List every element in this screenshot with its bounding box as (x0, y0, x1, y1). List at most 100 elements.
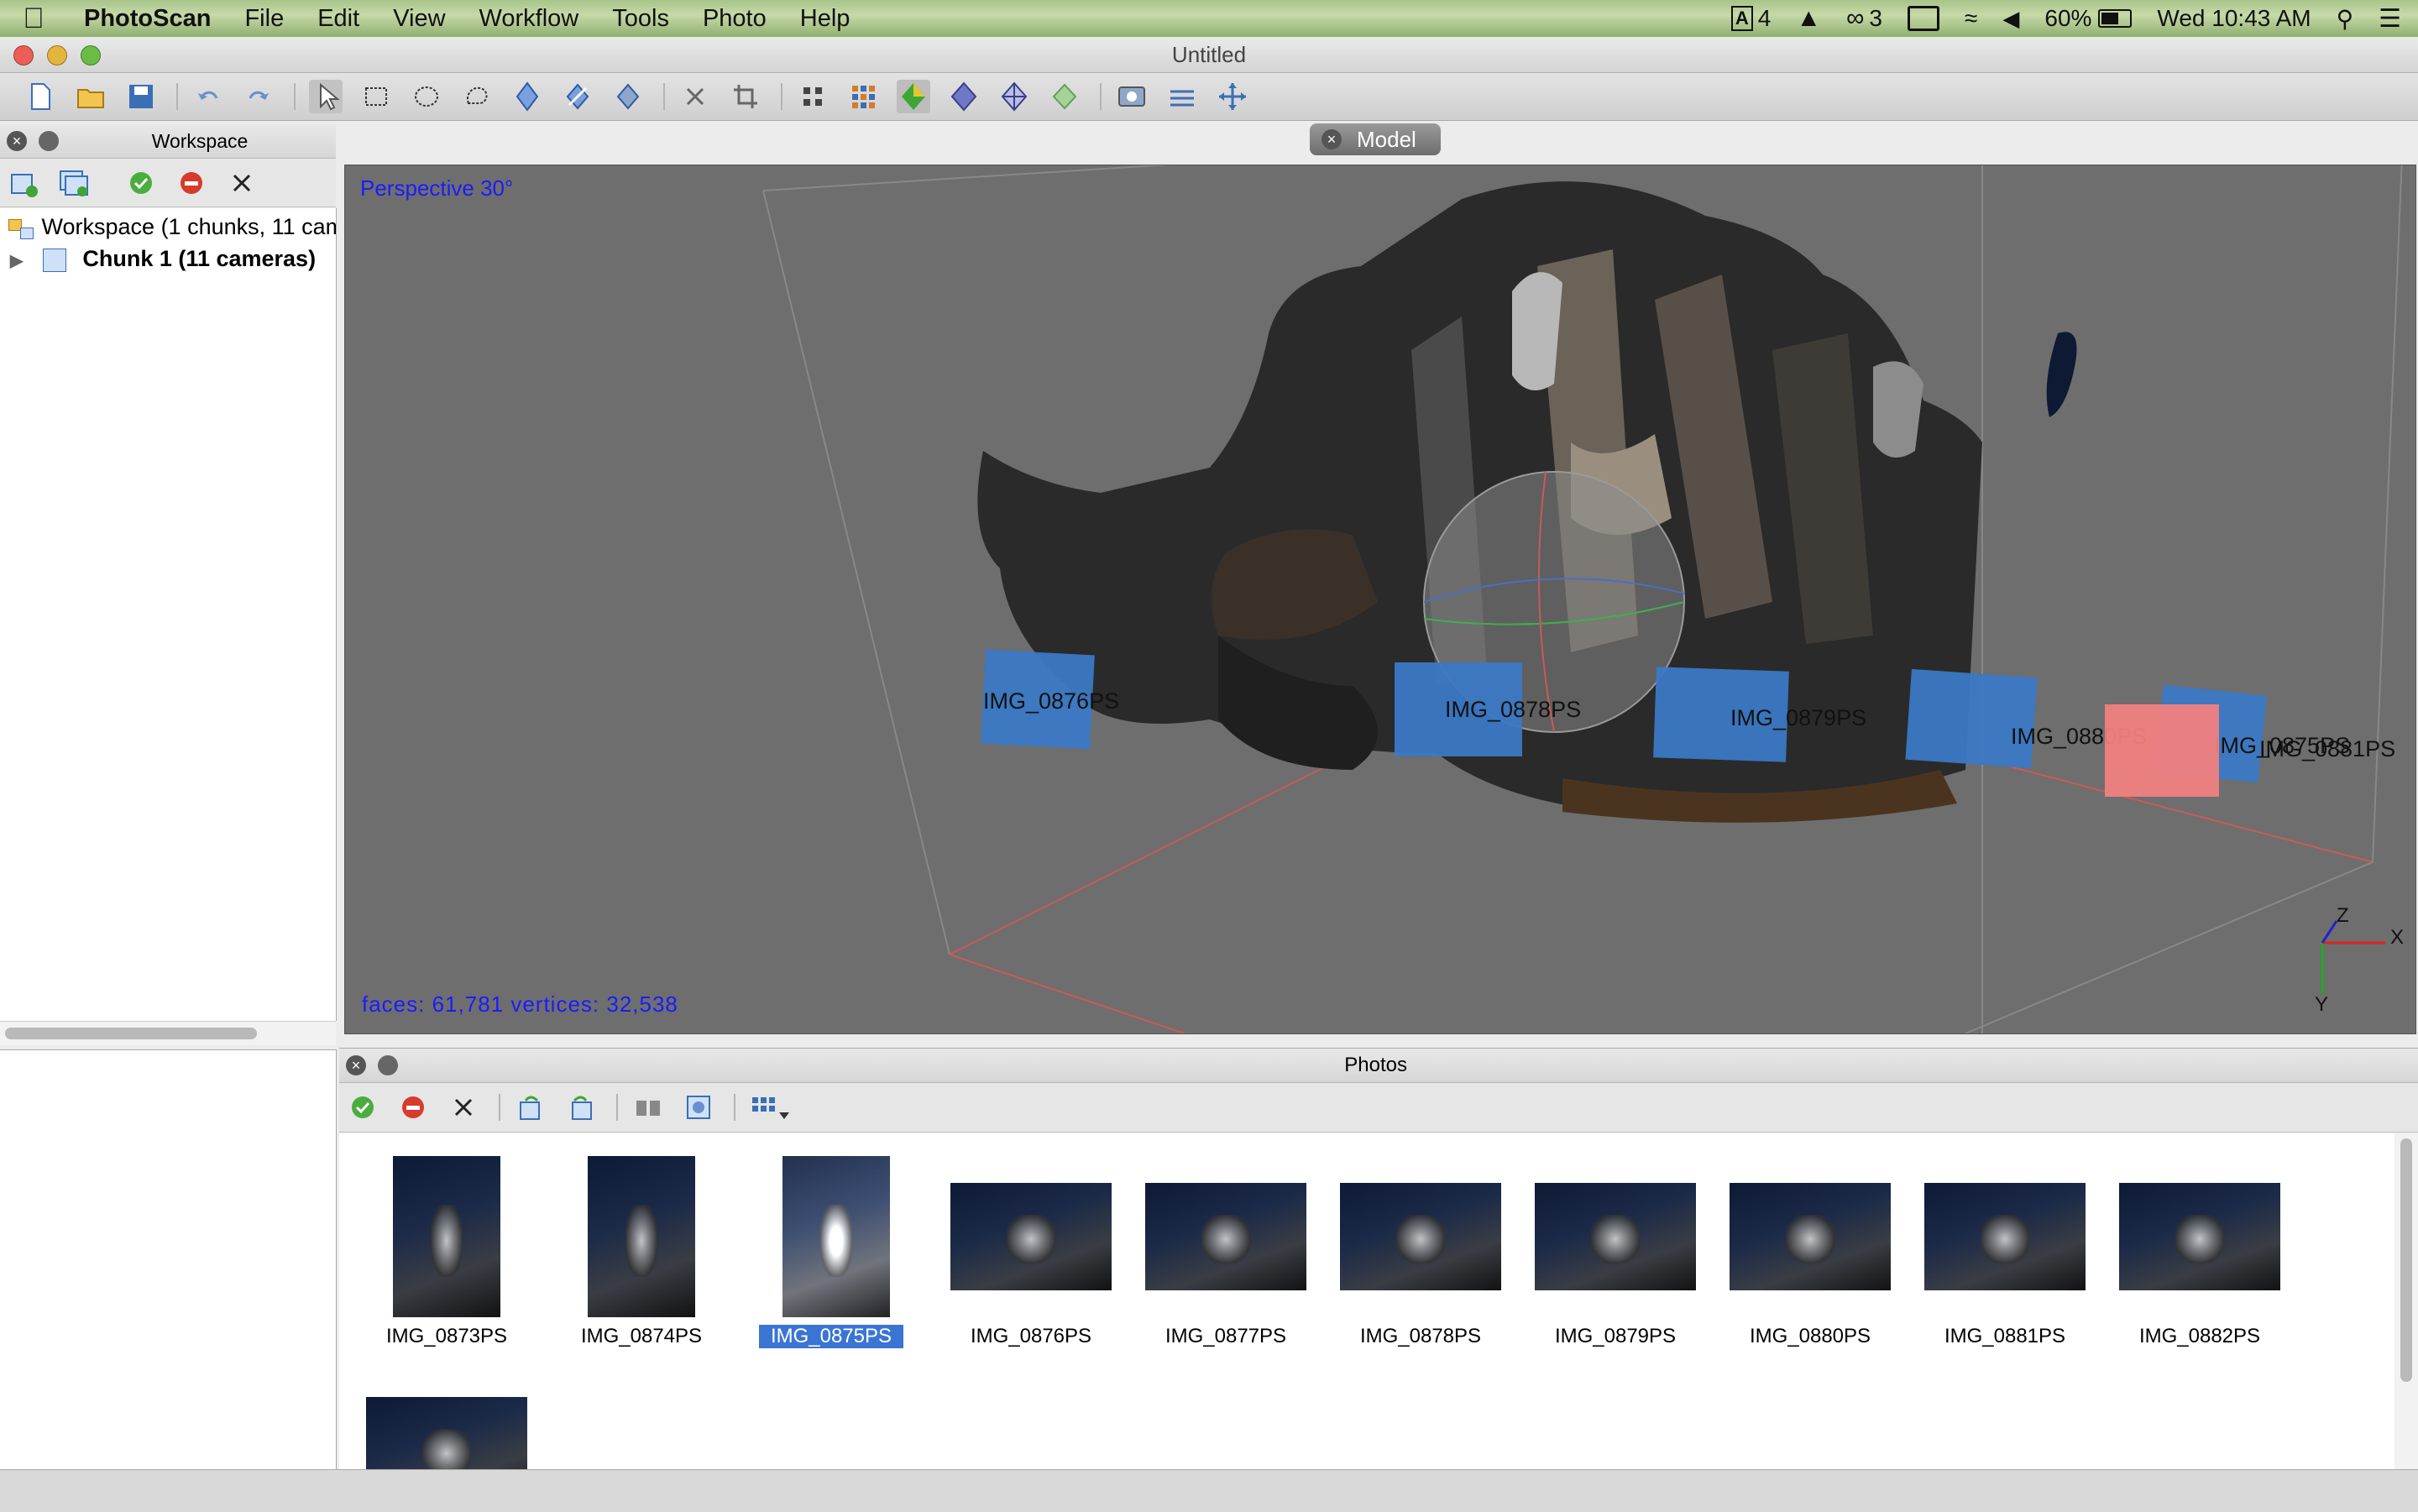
photo-label: IMG_0882PS (2138, 1325, 2261, 1347)
axis-x-label: X (2390, 926, 2405, 949)
point-cloud-icon[interactable] (796, 80, 830, 113)
redo-icon[interactable] (242, 80, 275, 113)
model-viewport[interactable]: Perspective 30° IMG_0876PS IMG_0878PS IM… (344, 165, 2416, 1034)
photo-label: IMG_0873PS (385, 1325, 508, 1347)
view-mode-dropdown-icon[interactable] (749, 1091, 799, 1124)
workspace-horizontal-scrollbar[interactable] (0, 1021, 336, 1045)
photo-thumbnail[interactable] (393, 1156, 500, 1317)
scrollbar-thumb[interactable] (2400, 1138, 2412, 1382)
menu-tools[interactable]: Tools (595, 5, 686, 33)
camera-label: IMG_0879PS (1730, 705, 1867, 730)
axis-y-label: Y (2315, 993, 2329, 1016)
cc-count: 3 (1869, 5, 1882, 31)
airplay-icon[interactable] (1908, 6, 1939, 31)
menu-view[interactable]: View (376, 5, 462, 33)
spotlight-icon[interactable]: ⚲ (2337, 5, 2354, 33)
battery-percent: 60% (2044, 5, 2092, 31)
photo-thumbnail[interactable] (1340, 1183, 1501, 1290)
reset-view-icon[interactable] (1216, 80, 1249, 113)
add-chunk-icon[interactable] (7, 166, 40, 200)
crop-selection-icon[interactable] (729, 80, 762, 113)
tree-item-chunk[interactable]: ▶ Chunk 1 (11 cameras) (10, 243, 316, 274)
wireframe-model-icon[interactable] (997, 80, 1031, 113)
model-tab[interactable]: × Model (1310, 123, 1441, 155)
menu-file[interactable]: File (228, 5, 301, 33)
menu-edit[interactable]: Edit (301, 5, 376, 33)
menu-photo[interactable]: Photo (686, 5, 783, 33)
circle-selection-icon[interactable] (410, 80, 443, 113)
tree-item-workspace[interactable]: Workspace (1 chunks, 11 cameras) (7, 212, 336, 242)
menu-app[interactable]: PhotoScan (67, 5, 228, 33)
workspace-root-label: Workspace (1 chunks, 11 cameras) (41, 214, 336, 239)
camera-label: IMG_0878PS (1445, 697, 1582, 722)
rotate-left-icon[interactable] (514, 1091, 547, 1124)
photo-thumbnail[interactable] (1145, 1183, 1306, 1290)
notification-center-icon[interactable]: ☰ (2379, 4, 2401, 34)
rectangle-selection-icon[interactable] (359, 80, 393, 113)
photo-thumbnail[interactable] (1730, 1183, 1891, 1290)
show-cameras-icon[interactable] (1115, 80, 1149, 113)
shaded-model-icon[interactable] (1048, 80, 1081, 113)
cc-status[interactable]: ∞ 3 (1846, 4, 1882, 33)
zoom-window-button[interactable] (81, 45, 101, 65)
chunk-label: Chunk 1 (11 cameras) (82, 246, 317, 271)
rotate-right-icon[interactable] (564, 1091, 598, 1124)
camera-marker[interactable] (1905, 668, 2038, 769)
volume-icon[interactable]: ◀ (2002, 6, 2019, 32)
photo-thumbnail[interactable] (1535, 1183, 1696, 1290)
clock[interactable]: Wed 10:43 AM (2157, 5, 2311, 32)
adobe-status[interactable]: A 4 (1730, 5, 1771, 32)
photo-thumbnail[interactable] (2119, 1183, 2280, 1290)
photo-thumbnail[interactable] (588, 1156, 695, 1317)
photo-label: IMG_0877PS (1165, 1325, 1287, 1347)
remove-photos-icon[interactable] (447, 1091, 480, 1124)
dense-cloud-icon[interactable] (846, 80, 880, 113)
photos-title: Photos (1344, 1054, 1407, 1076)
menu-workflow[interactable]: Workflow (463, 5, 596, 33)
create-masks-icon[interactable] (631, 1091, 665, 1124)
scrollbar-thumb[interactable] (5, 1028, 257, 1039)
disclosure-triangle-icon[interactable]: ▶ (10, 252, 23, 270)
move-region-icon[interactable] (510, 80, 544, 113)
properties-pane (0, 1049, 337, 1470)
new-document-icon[interactable] (24, 80, 57, 113)
axis-z-label: Z (2337, 904, 2349, 927)
drive-icon[interactable]: ▲ (1796, 4, 1821, 33)
apple-menu-icon[interactable]:  (0, 3, 67, 35)
battery-icon (2098, 9, 2133, 28)
projection-label: Perspective 30° (360, 175, 514, 201)
photo-thumbnail-selected[interactable] (782, 1156, 890, 1317)
remove-items-icon[interactable] (225, 166, 259, 200)
solid-model-icon[interactable] (947, 80, 981, 113)
close-tab-icon[interactable]: × (1322, 129, 1342, 149)
minimize-window-button[interactable] (47, 45, 67, 65)
save-icon[interactable] (124, 80, 158, 113)
photo-thumbnail[interactable] (950, 1183, 1112, 1290)
photo-label: IMG_0880PS (1749, 1325, 1871, 1347)
reset-masks-icon[interactable] (682, 1091, 715, 1124)
disable-cameras-icon[interactable] (175, 166, 208, 200)
selected-camera-marker[interactable] (2105, 704, 2219, 797)
disable-cameras-icon[interactable] (396, 1091, 430, 1124)
photo-thumbnail[interactable] (1924, 1183, 2086, 1290)
battery-status[interactable]: 60% (2044, 5, 2133, 32)
resize-region-icon[interactable] (561, 80, 594, 113)
wifi-icon[interactable]: ≈ (1965, 5, 1977, 32)
rotate-region-icon[interactable] (611, 80, 645, 113)
navigation-tool-icon[interactable] (309, 80, 343, 113)
enable-cameras-icon[interactable] (346, 1091, 379, 1124)
photos-vertical-scrollbar[interactable] (2394, 1133, 2418, 1469)
free-form-selection-icon[interactable] (460, 80, 494, 113)
undo-icon[interactable] (191, 80, 225, 113)
photo-thumbnail[interactable] (366, 1397, 527, 1469)
enable-cameras-icon[interactable] (124, 166, 158, 200)
menu-help[interactable]: Help (783, 5, 867, 33)
close-window-button[interactable] (13, 45, 34, 65)
delete-selection-icon[interactable] (678, 80, 712, 113)
photo-label-selected: IMG_0875PS (759, 1325, 903, 1348)
adobe-icon: A (1730, 6, 1753, 31)
open-folder-icon[interactable] (74, 80, 107, 113)
show-region-icon[interactable] (1165, 80, 1199, 113)
add-photos-icon[interactable] (57, 166, 91, 200)
textured-model-icon[interactable] (897, 80, 930, 113)
